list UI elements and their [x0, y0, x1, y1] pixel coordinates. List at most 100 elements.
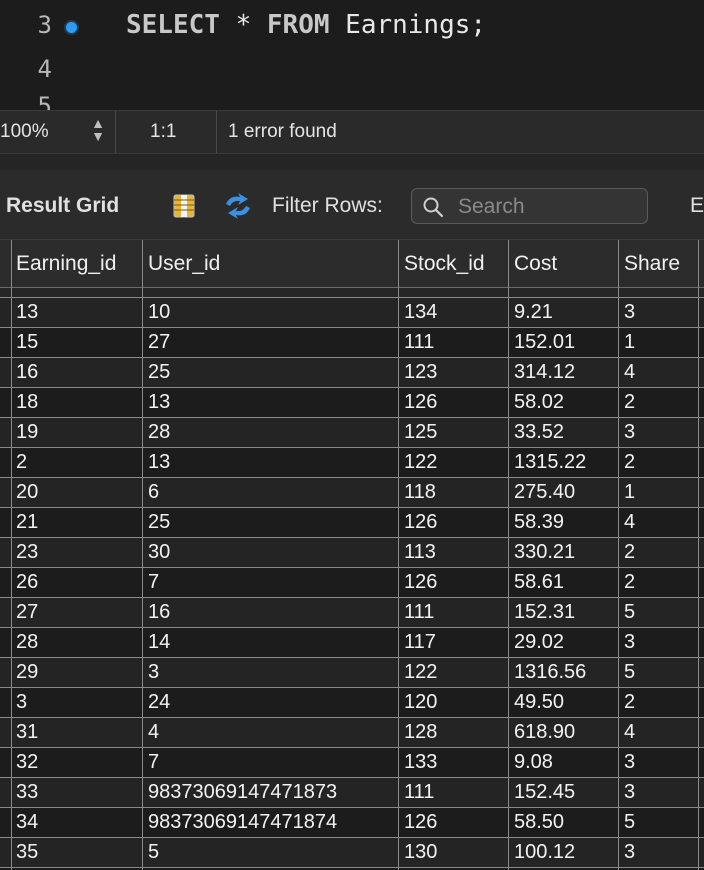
- cell-cost[interactable]: 9.21: [514, 301, 553, 324]
- cell-cost[interactable]: 314.12: [514, 361, 575, 384]
- cell-share[interactable]: 1: [624, 481, 635, 504]
- cell-earning-id[interactable]: 32: [16, 751, 38, 774]
- cell-cost[interactable]: 152.31: [514, 601, 575, 624]
- cell-cost[interactable]: 33.52: [514, 421, 564, 444]
- column-divider[interactable]: [142, 240, 143, 870]
- table-row[interactable]: 27 16 111 152.31 5: [0, 598, 704, 628]
- cell-earning-id[interactable]: 27: [16, 601, 38, 624]
- cell-user-id[interactable]: 6: [148, 481, 159, 504]
- cell-user-id[interactable]: 13: [148, 391, 170, 414]
- table-row[interactable]: 2 13 122 1315.22 2: [0, 448, 704, 478]
- cell-share[interactable]: 3: [624, 631, 635, 654]
- cell-cost[interactable]: 618.90: [514, 721, 575, 744]
- zoom-stepper[interactable]: ▲ ▼: [88, 116, 108, 147]
- table-row[interactable]: 19 28 125 33.52 3: [0, 418, 704, 448]
- cell-share[interactable]: 2: [624, 541, 635, 564]
- cell-stock-id[interactable]: 122: [404, 661, 437, 684]
- cell-earning-id[interactable]: 3: [16, 691, 27, 714]
- sql-editor[interactable]: 3 SELECT * FROM Earnings; 4 5: [0, 0, 704, 110]
- table-row[interactable]: 34 98373069147471874 126 58.50 5: [0, 808, 704, 838]
- cell-user-id[interactable]: 28: [148, 421, 170, 444]
- cell-share[interactable]: 4: [624, 361, 635, 384]
- cell-share[interactable]: 3: [624, 781, 635, 804]
- cell-earning-id[interactable]: 19: [16, 421, 38, 444]
- cell-stock-id[interactable]: 133: [404, 751, 437, 774]
- cell-cost[interactable]: 58.50: [514, 811, 564, 834]
- cell-share[interactable]: 1: [624, 331, 635, 354]
- cell-share[interactable]: 2: [624, 571, 635, 594]
- cell-earning-id[interactable]: 29: [16, 661, 38, 684]
- search-input[interactable]: [456, 193, 640, 221]
- cell-stock-id[interactable]: 120: [404, 691, 437, 714]
- cell-stock-id[interactable]: 125: [404, 421, 437, 444]
- cell-user-id[interactable]: 5: [148, 841, 159, 864]
- table-row[interactable]: 26 7 126 58.61 2: [0, 568, 704, 598]
- cell-user-id[interactable]: 98373069147471873: [148, 781, 337, 804]
- cell-stock-id[interactable]: 118: [404, 481, 436, 504]
- table-row[interactable]: 15 27 111 152.01 1: [0, 328, 704, 358]
- cell-share[interactable]: 2: [624, 451, 635, 474]
- table-row[interactable]: 13 10 134 9.21 3: [0, 298, 704, 328]
- cell-earning-id[interactable]: 20: [16, 481, 38, 504]
- cell-user-id[interactable]: 25: [148, 361, 170, 384]
- table-row[interactable]: 29 3 122 1316.56 5: [0, 658, 704, 688]
- table-row[interactable]: 35 5 130 100.12 3: [0, 838, 704, 868]
- cell-cost[interactable]: 29.02: [514, 631, 564, 654]
- cell-earning-id[interactable]: 21: [16, 511, 38, 534]
- cell-earning-id[interactable]: 23: [16, 541, 38, 564]
- cell-user-id[interactable]: 30: [148, 541, 170, 564]
- cell-cost[interactable]: 58.61: [514, 571, 564, 594]
- cell-share[interactable]: 2: [624, 391, 635, 414]
- cell-stock-id[interactable]: 111: [404, 331, 434, 354]
- column-divider[interactable]: [698, 240, 699, 870]
- error-count[interactable]: 1 error found: [228, 121, 337, 143]
- column-divider[interactable]: [508, 240, 509, 870]
- cell-share[interactable]: 2: [624, 691, 635, 714]
- grid-layout-icon[interactable]: [172, 194, 196, 218]
- cell-cost[interactable]: 1316.56: [514, 661, 586, 684]
- column-divider[interactable]: [618, 240, 619, 870]
- chevron-down-icon[interactable]: ▼: [88, 129, 108, 143]
- cell-earning-id[interactable]: 13: [16, 301, 38, 324]
- cell-share[interactable]: 5: [624, 661, 635, 684]
- column-header-earning-id[interactable]: Earning_id: [16, 252, 116, 276]
- cell-earning-id[interactable]: 28: [16, 631, 38, 654]
- cell-share[interactable]: 3: [624, 751, 635, 774]
- cell-earning-id[interactable]: 35: [16, 841, 38, 864]
- cell-earning-id[interactable]: 15: [16, 331, 38, 354]
- cell-share[interactable]: 5: [624, 811, 635, 834]
- cell-cost[interactable]: 58.39: [514, 511, 564, 534]
- cell-share[interactable]: 3: [624, 301, 635, 324]
- column-header-cost[interactable]: Cost: [514, 252, 557, 276]
- cell-stock-id[interactable]: 130: [404, 841, 437, 864]
- cell-stock-id[interactable]: 126: [404, 391, 437, 414]
- cell-cost[interactable]: 58.02: [514, 391, 564, 414]
- table-row[interactable]: 32 7 133 9.08 3: [0, 748, 704, 778]
- cell-earning-id[interactable]: 18: [16, 391, 38, 414]
- cell-earning-id[interactable]: 16: [16, 361, 38, 384]
- cell-user-id[interactable]: 4: [148, 721, 159, 744]
- cell-earning-id[interactable]: 26: [16, 571, 38, 594]
- column-header-stock-id[interactable]: Stock_id: [404, 252, 485, 276]
- cell-stock-id[interactable]: 111: [404, 601, 434, 624]
- table-row[interactable]: 20 6 118 275.40 1: [0, 478, 704, 508]
- refresh-icon[interactable]: [222, 192, 254, 220]
- table-row[interactable]: 23 30 113 330.21 2: [0, 538, 704, 568]
- cell-cost[interactable]: 9.08: [514, 751, 553, 774]
- cell-user-id[interactable]: 98373069147471874: [148, 811, 337, 834]
- cell-stock-id[interactable]: 122: [404, 451, 437, 474]
- column-divider[interactable]: [398, 240, 399, 870]
- cell-cost[interactable]: 152.01: [514, 331, 575, 354]
- table-row[interactable]: 16 25 123 314.12 4: [0, 358, 704, 388]
- sql-statement[interactable]: SELECT * FROM Earnings;: [126, 10, 486, 40]
- table-row[interactable]: 3 24 120 49.50 2: [0, 688, 704, 718]
- cell-cost[interactable]: 275.40: [514, 481, 575, 504]
- column-header-share[interactable]: Share: [624, 252, 680, 276]
- table-row[interactable]: 21 25 126 58.39 4: [0, 508, 704, 538]
- cell-stock-id[interactable]: 113: [404, 541, 436, 564]
- cell-share[interactable]: 3: [624, 841, 635, 864]
- cell-user-id[interactable]: 7: [148, 751, 159, 774]
- column-header-user-id[interactable]: User_id: [148, 252, 220, 276]
- cell-earning-id[interactable]: 33: [16, 781, 38, 804]
- cell-earning-id[interactable]: 31: [16, 721, 38, 744]
